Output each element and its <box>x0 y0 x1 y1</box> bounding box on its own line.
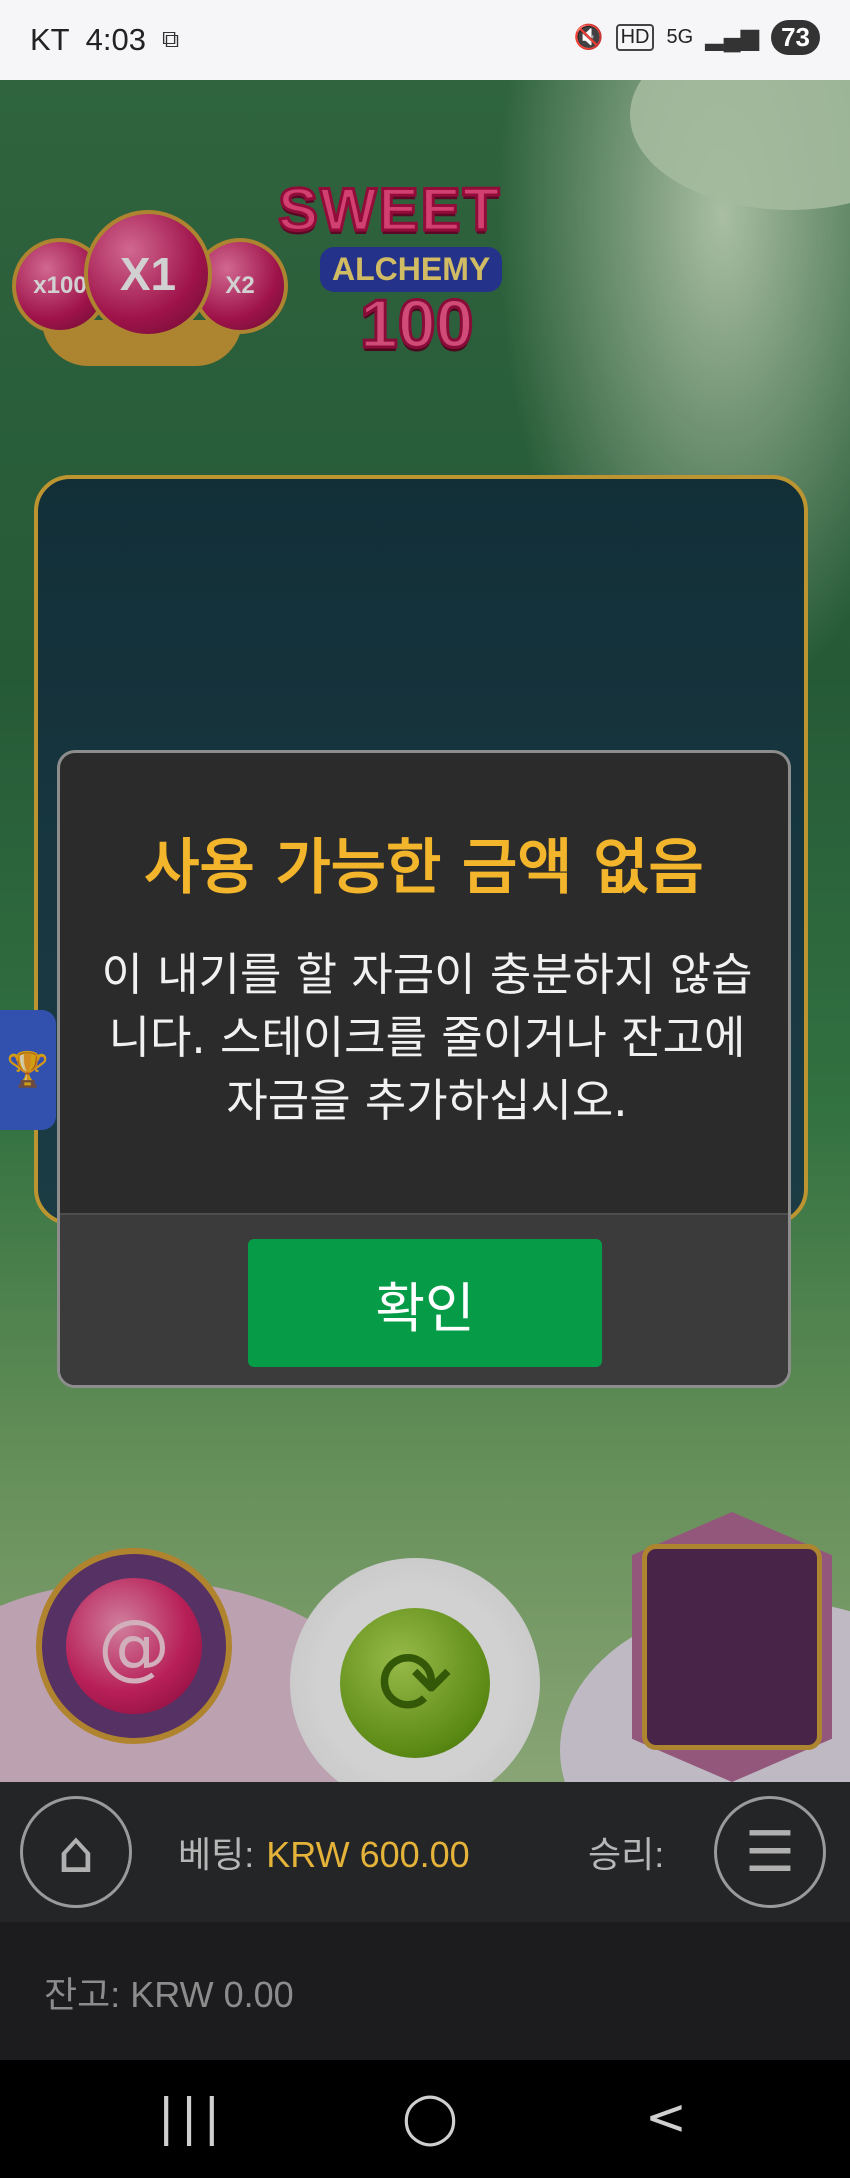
back-button[interactable]: < <box>616 2088 716 2146</box>
signal-icon: ▂▄▆ <box>705 24 760 51</box>
win-label: 승리: <box>588 1834 665 1875</box>
hd-indicator: HD <box>615 24 655 51</box>
bet-display: 베팅: KRW 600.00 <box>178 1826 470 1878</box>
screen-record-icon: ⧉ <box>161 26 180 53</box>
system-home-button[interactable]: ◯ <box>380 2088 480 2146</box>
confirm-button[interactable]: 확인 <box>248 1239 602 1367</box>
home-button[interactable]: ⌂ <box>20 1796 132 1908</box>
bet-bar: ⌂ 베팅: KRW 600.00 승리: ☰ <box>0 1782 850 1922</box>
recent-apps-icon: ||| <box>157 2088 227 2146</box>
carrier-name: KT <box>30 22 70 57</box>
recent-apps-button[interactable]: ||| <box>142 2088 242 2146</box>
circle-home-icon: ◯ <box>402 2088 458 2146</box>
status-bar: KT 4:03 ⧉ 🔇 HD 5G ▂▄▆ 73 <box>0 0 850 80</box>
dialog-footer: 확인 <box>60 1213 788 1385</box>
back-chevron-icon: < <box>645 2088 687 2146</box>
bet-value: KRW 600.00 <box>266 1834 470 1875</box>
bet-label: 베팅: <box>178 1834 255 1875</box>
balance-value: KRW 0.00 <box>130 1974 294 2015</box>
network-type: 5G <box>666 26 694 48</box>
system-nav-bar: ||| ◯ < <box>0 2060 850 2178</box>
dialog-title: 사용 가능한 금액 없음 <box>144 833 704 903</box>
balance-label: 잔고: <box>44 1974 121 2015</box>
hamburger-menu-icon: ☰ <box>744 1819 796 1885</box>
home-icon: ⌂ <box>57 1818 95 1886</box>
mute-icon: 🔇 <box>573 24 604 51</box>
balance-display: 잔고: KRW 0.00 <box>44 1966 294 2018</box>
battery-level: 73 <box>771 20 820 55</box>
menu-button[interactable]: ☰ <box>714 1796 826 1908</box>
dialog-message: 이 내기를 할 자금이 충분하지 않습니다. 스테이크를 줄이거나 잔고에 자금… <box>101 948 753 1127</box>
insufficient-funds-dialog: 사용 가능한 금액 없음 이 내기를 할 자금이 충분하지 않습니다. 스테이크… <box>57 750 791 1388</box>
balance-bar: 잔고: KRW 0.00 <box>0 1922 850 2060</box>
clock-time: 4:03 <box>85 22 146 57</box>
